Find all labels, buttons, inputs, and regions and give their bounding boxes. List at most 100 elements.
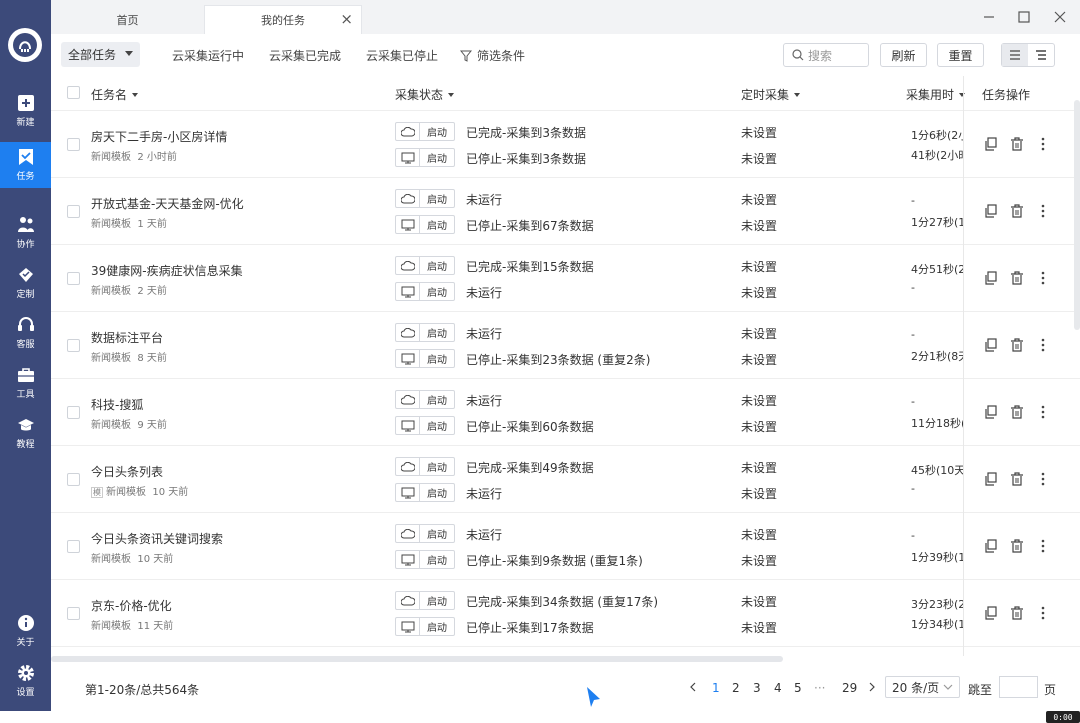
more-button[interactable] xyxy=(1035,203,1051,219)
filter-cloud-completed[interactable]: 云采集已完成 xyxy=(269,47,341,64)
select-all-checkbox[interactable] xyxy=(67,86,80,99)
cloud-start-button[interactable]: 启动 xyxy=(395,390,455,409)
next-page-button[interactable] xyxy=(868,681,876,695)
sidebar-item-tools[interactable]: 工具 xyxy=(0,360,51,406)
cloud-start-button[interactable]: 启动 xyxy=(395,256,455,275)
task-name[interactable]: 今日头条列表 xyxy=(91,463,163,480)
row-checkbox[interactable] xyxy=(67,473,80,486)
sidebar-item-service[interactable]: 客服 xyxy=(0,310,51,356)
table-row[interactable]: 科技-搜狐 新闻模板 9 天前 启动 启动 未运行 已停止-采集到60条数据 未… xyxy=(51,379,1080,446)
more-button[interactable] xyxy=(1035,136,1051,152)
sidebar-item-collab[interactable]: 协作 xyxy=(0,210,51,256)
task-name[interactable]: 39健康网-疾病症状信息采集 xyxy=(91,262,243,279)
filter-conditions-button[interactable]: 筛选条件 xyxy=(460,47,525,64)
row-checkbox[interactable] xyxy=(67,406,80,419)
sidebar-item-tutorial[interactable]: 教程 xyxy=(0,410,51,456)
detail-view-button[interactable] xyxy=(1028,44,1054,66)
delete-button[interactable] xyxy=(1009,270,1025,286)
local-start-button[interactable]: 启动 xyxy=(395,349,455,368)
sidebar-item-task[interactable]: 任务 xyxy=(0,142,51,188)
local-start-button[interactable]: 启动 xyxy=(395,416,455,435)
task-name[interactable]: 数据标注平台 xyxy=(91,329,163,346)
row-checkbox[interactable] xyxy=(67,540,80,553)
vertical-scrollbar[interactable] xyxy=(1074,100,1080,330)
jump-page-input[interactable] xyxy=(999,676,1038,698)
task-name[interactable]: 今日头条资讯关键词搜索 xyxy=(91,530,223,547)
more-button[interactable] xyxy=(1035,538,1051,554)
row-checkbox[interactable] xyxy=(67,138,80,151)
page-3[interactable]: 3 xyxy=(753,681,761,695)
copy-button[interactable] xyxy=(983,337,999,353)
maximize-button[interactable] xyxy=(1013,8,1035,26)
column-duration[interactable]: 采集用时 xyxy=(906,86,966,103)
column-task-name[interactable]: 任务名 xyxy=(91,86,139,103)
delete-button[interactable] xyxy=(1009,605,1025,621)
more-button[interactable] xyxy=(1035,404,1051,420)
copy-button[interactable] xyxy=(983,203,999,219)
local-start-button[interactable]: 启动 xyxy=(395,550,455,569)
tab-my-tasks[interactable]: 我的任务 × xyxy=(204,5,362,34)
page-ellipsis[interactable]: ··· xyxy=(814,681,825,695)
horizontal-scrollbar[interactable] xyxy=(51,656,783,662)
column-schedule[interactable]: 定时采集 xyxy=(741,86,801,103)
all-tasks-dropdown[interactable]: 全部任务 xyxy=(61,42,140,67)
task-name[interactable]: 开放式基金-天天基金网-优化 xyxy=(91,195,244,212)
task-name[interactable]: 房天下二手房-小区房详情 xyxy=(91,128,227,145)
delete-button[interactable] xyxy=(1009,136,1025,152)
prev-page-button[interactable] xyxy=(689,681,697,695)
copy-button[interactable] xyxy=(983,270,999,286)
page-5[interactable]: 5 xyxy=(794,681,802,695)
page-size-select[interactable]: 20 条/页 xyxy=(885,676,960,698)
cloud-start-button[interactable]: 启动 xyxy=(395,189,455,208)
copy-button[interactable] xyxy=(983,605,999,621)
table-row[interactable]: 数据标注平台 新闻模板 8 天前 启动 启动 未运行 已停止-采集到23条数据 … xyxy=(51,312,1080,379)
page-2[interactable]: 2 xyxy=(732,681,740,695)
filter-cloud-stopped[interactable]: 云采集已停止 xyxy=(366,47,438,64)
sidebar-item-about[interactable]: 关于 xyxy=(0,608,51,654)
cloud-start-button[interactable]: 启动 xyxy=(395,323,455,342)
local-start-button[interactable]: 启动 xyxy=(395,215,455,234)
table-row[interactable]: 开放式基金-天天基金网-优化 新闻模板 1 天前 启动 启动 未运行 已停止-采… xyxy=(51,178,1080,245)
task-name[interactable]: 京东-价格-优化 xyxy=(91,597,172,614)
task-name[interactable]: 科技-搜狐 xyxy=(91,396,143,413)
table-row[interactable]: 39健康网-疾病症状信息采集 新闻模板 2 天前 启动 启动 已完成-采集到15… xyxy=(51,245,1080,312)
cloud-start-button[interactable]: 启动 xyxy=(395,591,455,610)
filter-cloud-running[interactable]: 云采集运行中 xyxy=(172,47,244,64)
table-row[interactable]: 今日头条资讯关键词搜索 新闻模板 10 天前 启动 启动 未运行 已停止-采集到… xyxy=(51,513,1080,580)
delete-button[interactable] xyxy=(1009,203,1025,219)
minimize-button[interactable] xyxy=(978,8,1000,26)
list-view-button[interactable] xyxy=(1002,44,1028,66)
cloud-start-button[interactable]: 启动 xyxy=(395,524,455,543)
more-button[interactable] xyxy=(1035,337,1051,353)
local-start-button[interactable]: 启动 xyxy=(395,148,455,167)
column-status[interactable]: 采集状态 xyxy=(395,86,455,103)
sidebar-item-custom[interactable]: 定制 xyxy=(0,260,51,306)
sidebar-item-new[interactable]: 新建 xyxy=(0,88,51,134)
table-row[interactable]: 今日头条列表 模新闻模板 10 天前 启动 启动 已完成-采集到49条数据 未运… xyxy=(51,446,1080,513)
local-start-button[interactable]: 启动 xyxy=(395,617,455,636)
table-row[interactable]: 京东-价格-优化 新闻模板 11 天前 启动 启动 已完成-采集到34条数据 (… xyxy=(51,580,1080,647)
row-checkbox[interactable] xyxy=(67,339,80,352)
delete-button[interactable] xyxy=(1009,538,1025,554)
copy-button[interactable] xyxy=(983,471,999,487)
page-4[interactable]: 4 xyxy=(774,681,782,695)
page-1[interactable]: 1 xyxy=(712,681,720,695)
row-checkbox[interactable] xyxy=(67,205,80,218)
more-button[interactable] xyxy=(1035,471,1051,487)
refresh-button[interactable]: 刷新 xyxy=(880,43,927,67)
cloud-start-button[interactable]: 启动 xyxy=(395,122,455,141)
cloud-start-button[interactable]: 启动 xyxy=(395,457,455,476)
copy-button[interactable] xyxy=(983,538,999,554)
tab-home[interactable]: 首页 xyxy=(51,5,204,34)
row-checkbox[interactable] xyxy=(67,607,80,620)
copy-button[interactable] xyxy=(983,136,999,152)
search-input[interactable]: 搜索 xyxy=(783,43,869,67)
delete-button[interactable] xyxy=(1009,337,1025,353)
local-start-button[interactable]: 启动 xyxy=(395,282,455,301)
sidebar-item-settings[interactable]: 设置 xyxy=(0,658,51,704)
delete-button[interactable] xyxy=(1009,404,1025,420)
local-start-button[interactable]: 启动 xyxy=(395,483,455,502)
window-close-button[interactable] xyxy=(1049,8,1071,26)
copy-button[interactable] xyxy=(983,404,999,420)
reset-button[interactable]: 重置 xyxy=(937,43,984,67)
